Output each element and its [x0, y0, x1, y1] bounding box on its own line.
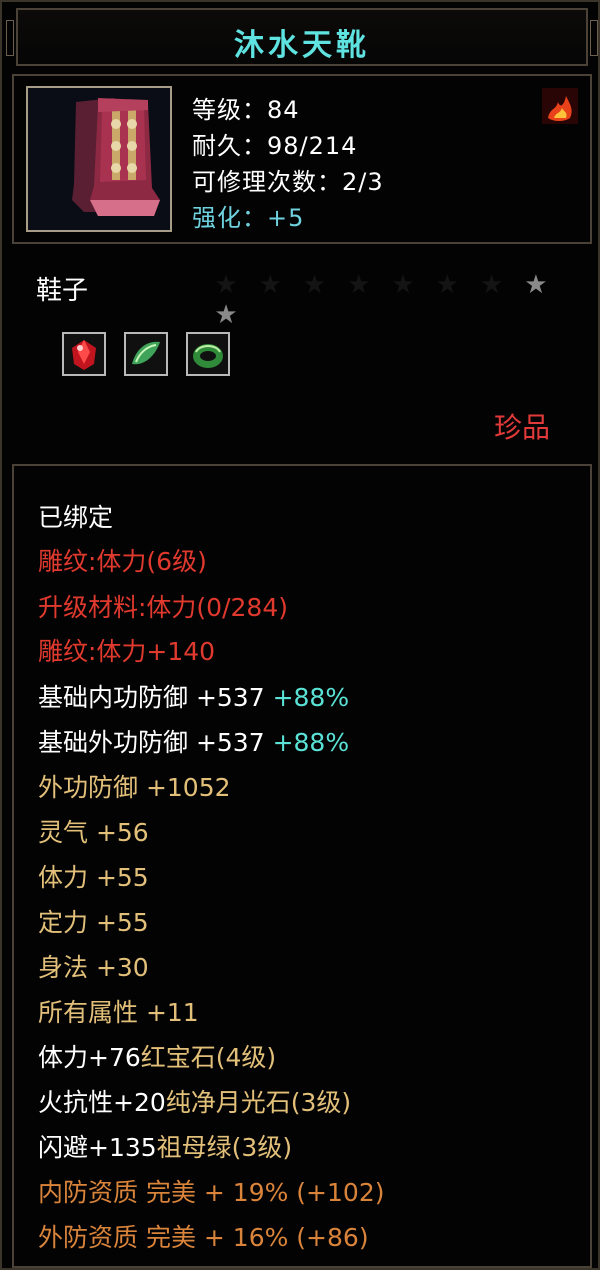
bound-status: 已绑定: [38, 503, 114, 532]
level-stat: 等级：84: [192, 96, 300, 124]
base-inner-value: 基础内功防御 +537: [38, 683, 265, 712]
star-icon: ★: [347, 270, 377, 300]
gem-slot-3: 闪避+135祖母绿(3级): [38, 1128, 292, 1164]
rarity-label: 珍品: [493, 411, 550, 444]
star-rating: ★ ★ ★ ★ ★ ★ ★ ★ ★: [214, 270, 598, 330]
gem-1-name: 红宝石(4级): [140, 1043, 277, 1072]
inner-defense-quality: 内防资质 完美 + 19% (+102): [38, 1178, 385, 1207]
engrave-bonus: 雕纹:体力+140: [38, 637, 216, 666]
outer-defense-quality: 外防资质 完美 + 16% (+86): [38, 1223, 369, 1252]
attribute-panel: 已绑定 雕纹:体力(6级) 升级材料:体力(0/284) 雕纹:体力+140 基…: [12, 464, 592, 1268]
star-icon: ★: [302, 270, 333, 300]
repair-count-stat: 可修理次数：2/3: [192, 168, 384, 196]
item-type: 鞋子: [36, 276, 89, 306]
base-outer-defense: 基础外功防御 +537 +88%: [38, 723, 349, 759]
item-name: 沐水天靴: [234, 28, 370, 63]
gem-1-stat: 体力+76: [38, 1043, 141, 1072]
item-tooltip: 沐水天靴 等级：84 耐久：98/214 可修理次数：2/3 强化：+5 鞋子 …: [0, 0, 600, 1270]
tili-stat: 体力 +55: [38, 863, 149, 892]
enhance-stat: 强化：+5: [192, 204, 305, 232]
star-icon: ★: [214, 270, 244, 300]
lingqi-stat: 灵气 +56: [38, 818, 149, 847]
upgrade-material: 升级材料:体力(0/284): [38, 593, 288, 622]
star-icon: ★: [258, 270, 288, 300]
dingli-stat: 定力 +55: [38, 908, 149, 937]
star-icon: ★: [214, 300, 244, 330]
outer-defense: 外功防御 +1052: [38, 773, 231, 802]
gem-slot-2: 火抗性+20纯净月光石(3级): [38, 1083, 351, 1119]
base-inner-percent: +88%: [272, 683, 350, 712]
star-icon: ★: [479, 270, 510, 300]
base-outer-value: 基础外功防御 +537: [38, 728, 265, 757]
star-icon: ★: [391, 270, 421, 300]
shenfa-stat: 身法 +30: [38, 953, 149, 982]
gem-2-stat: 火抗性+20: [38, 1088, 166, 1117]
title-bar: 沐水天靴: [6, 8, 598, 66]
star-icon: ★: [524, 270, 554, 300]
moonstone-gem-icon[interactable]: [124, 332, 168, 376]
base-outer-percent: +88%: [272, 728, 350, 757]
gem-3-stat: 闪避+135: [38, 1133, 157, 1162]
engrave-level: 雕纹:体力(6级): [38, 547, 207, 576]
base-inner-defense: 基础内功防御 +537 +88%: [38, 678, 349, 714]
item-header: 等级：84 耐久：98/214 可修理次数：2/3 强化：+5: [12, 74, 592, 244]
gem-slot-1: 体力+76红宝石(4级): [38, 1038, 276, 1074]
durability-stat: 耐久：98/214: [192, 132, 358, 160]
gem-3-name: 祖母绿(3级): [156, 1133, 293, 1162]
star-icon: ★: [435, 270, 465, 300]
gem-2-name: 纯净月光石(3级): [165, 1088, 352, 1117]
fire-icon: [542, 88, 578, 124]
boots-icon[interactable]: [26, 86, 172, 232]
emerald-gem-icon[interactable]: [186, 332, 230, 376]
all-attributes-stat: 所有属性 +11: [38, 998, 199, 1027]
ruby-gem-icon[interactable]: [62, 332, 106, 376]
